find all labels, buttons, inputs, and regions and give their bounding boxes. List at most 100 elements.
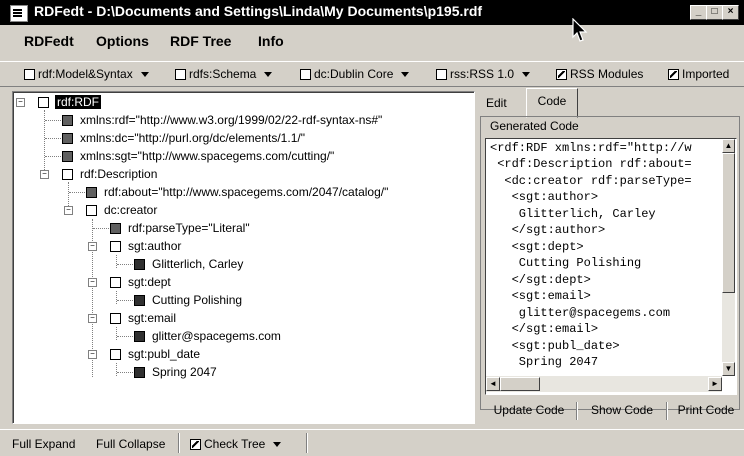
checkbox-icon[interactable] — [300, 68, 311, 80]
tree-node-rdf-rdf[interactable]: − rdf:RDF — [13, 94, 213, 112]
tree-node-label: rdf:parseType="Literal" — [128, 221, 250, 235]
dropdown-arrow-icon[interactable] — [522, 71, 531, 77]
scroll-down-arrow-icon[interactable]: ▼ — [722, 362, 735, 376]
scroll-up-arrow-icon[interactable]: ▲ — [722, 139, 735, 153]
checkbox-icon[interactable] — [24, 68, 35, 80]
scroll-left-arrow-icon[interactable]: ◄ — [486, 377, 500, 391]
leaf-icon — [62, 115, 73, 126]
menu-rdfedt[interactable]: RDFedt — [24, 33, 74, 49]
toolbar-rdf-model-syntax[interactable]: rdf:Model&Syntax — [24, 67, 149, 81]
collapse-icon[interactable]: − — [88, 314, 97, 323]
tree-node-email-value[interactable]: glitter@spacegems.com — [13, 328, 313, 346]
update-code-button[interactable]: Update Code — [486, 400, 572, 422]
leaf-icon — [86, 187, 97, 198]
tab-edit[interactable]: Edit — [486, 96, 507, 110]
collapse-icon[interactable]: − — [88, 278, 97, 287]
tree-node-label: sgt:dept — [128, 275, 171, 289]
node-icon — [110, 277, 121, 288]
collapse-icon[interactable]: − — [88, 350, 97, 359]
tree-node-label: xmlns:rdf="http://www.w3.org/1999/02/22-… — [80, 113, 383, 127]
toolbar-item-label: RSS Modules — [570, 67, 644, 81]
leaf-icon — [134, 331, 145, 342]
rdf-tree-view[interactable]: − rdf:RDF xmlns:rdf="http://www.w3.org/1… — [12, 91, 475, 424]
dropdown-arrow-icon[interactable] — [401, 71, 410, 77]
menu-info[interactable]: Info — [258, 33, 284, 49]
code-horizontal-scrollbar[interactable]: ◄ ► — [486, 376, 722, 392]
menu-bar: RDFedt Options RDF Tree Info — [0, 33, 744, 55]
tree-node-parse-type[interactable]: rdf:parseType="Literal" — [13, 220, 313, 238]
collapse-icon[interactable]: − — [88, 242, 97, 251]
checkbox-icon[interactable] — [436, 68, 447, 80]
tree-node-sgt-email[interactable]: − sgt:email — [13, 310, 313, 328]
checkbox-icon[interactable] — [175, 68, 186, 80]
tree-node-dc-creator[interactable]: − dc:creator — [13, 202, 313, 220]
tree-node-dept-value[interactable]: Cutting Polishing — [13, 292, 313, 310]
code-line: <sgt:publ_date> — [490, 339, 620, 353]
tree-node-label: Glitterlich, Carley — [152, 257, 244, 271]
code-line: <rdf:RDF xmlns:rdf="http://w — [490, 141, 692, 155]
full-collapse-button[interactable]: Full Collapse — [96, 437, 165, 451]
close-button[interactable]: × — [722, 5, 739, 20]
tree-node-sgt-publ-date[interactable]: − sgt:publ_date — [13, 346, 313, 364]
tree-node-rdf-about[interactable]: rdf:about="http://www.spacegems.com/2047… — [13, 184, 453, 202]
code-line: <sgt:author> — [490, 190, 599, 204]
code-line: Glitterlich, Carley — [490, 207, 656, 221]
tree-node-sgt-author[interactable]: − sgt:author — [13, 238, 313, 256]
minimize-button[interactable]: _ — [690, 5, 707, 20]
tree-node-xmlns-rdf[interactable]: xmlns:rdf="http://www.w3.org/1999/02/22-… — [13, 112, 453, 130]
tree-node-sgt-dept[interactable]: − sgt:dept — [13, 274, 313, 292]
show-code-button[interactable]: Show Code — [582, 400, 662, 422]
tree-node-label: glitter@spacegems.com — [152, 329, 281, 343]
tree-node-label: xmlns:sgt="http://www.spacegems.com/cutt… — [80, 149, 335, 163]
dropdown-arrow-icon[interactable] — [140, 71, 149, 77]
leaf-icon — [110, 223, 121, 234]
collapse-icon[interactable]: − — [16, 98, 25, 107]
leaf-icon — [62, 133, 73, 144]
toolbar: rdf:Model&Syntax rdfs:Schema dc:Dublin C… — [0, 61, 744, 87]
title-bar: RDFedt - D:\Documents and Settings\Linda… — [0, 0, 744, 25]
tree-node-label: Spring 2047 — [152, 365, 217, 379]
full-expand-button[interactable]: Full Expand — [12, 437, 75, 451]
toolbar-divider — [306, 433, 307, 453]
code-text-area[interactable]: <rdf:RDF xmlns:rdf="http://w <rdf:Descri… — [485, 138, 737, 395]
maximize-button[interactable]: □ — [706, 5, 723, 20]
code-vertical-scrollbar[interactable]: ▲ ▼ — [722, 139, 735, 376]
dropdown-arrow-icon[interactable] — [273, 441, 282, 447]
node-icon — [62, 169, 73, 180]
scroll-right-arrow-icon[interactable]: ► — [708, 377, 722, 391]
toolbar-rss-1-0[interactable]: rss:RSS 1.0 — [436, 67, 531, 81]
toolbar-imported[interactable]: Imported — [668, 67, 729, 81]
node-icon — [110, 241, 121, 252]
scroll-thumb[interactable] — [500, 377, 540, 391]
toolbar-rss-modules[interactable]: RSS Modules — [556, 67, 643, 81]
collapse-icon[interactable]: − — [40, 170, 49, 179]
leaf-icon — [134, 367, 145, 378]
tree-node-author-value[interactable]: Glitterlich, Carley — [13, 256, 313, 274]
scroll-thumb[interactable] — [722, 153, 735, 293]
tree-node-xmlns-sgt[interactable]: xmlns:sgt="http://www.spacegems.com/cutt… — [13, 148, 453, 166]
dropdown-arrow-icon[interactable] — [264, 71, 273, 77]
tree-node-rdf-description[interactable]: − rdf:Description — [13, 166, 313, 184]
code-line: <dc:creator rdf:parseType= — [490, 174, 692, 188]
tree-node-label: rdf:about="http://www.spacegems.com/2047… — [104, 185, 389, 199]
menu-rdf-tree[interactable]: RDF Tree — [170, 33, 231, 49]
collapse-icon[interactable]: − — [64, 206, 73, 215]
print-code-button[interactable]: Print Code — [670, 400, 742, 422]
tree-node-label: dc:creator — [104, 203, 158, 217]
button-divider — [576, 402, 577, 420]
toolbar-divider — [178, 433, 179, 453]
tab-code[interactable]: Code — [526, 88, 578, 118]
tree-node-xmlns-dc[interactable]: xmlns:dc="http://purl.org/dc/elements/1.… — [13, 130, 453, 148]
toolbar-item-label: Imported — [682, 67, 730, 81]
check-tree-toggle[interactable]: Check Tree — [190, 437, 282, 451]
menu-options[interactable]: Options — [96, 33, 149, 49]
toolbar-dc-dublin-core[interactable]: dc:Dublin Core — [300, 67, 410, 81]
checkbox-checked-icon[interactable] — [668, 68, 679, 80]
toolbar-item-label: dc:Dublin Core — [314, 67, 394, 81]
code-line: </sgt:email> — [490, 322, 599, 336]
window-title: RDFedt - D:\Documents and Settings\Linda… — [34, 3, 483, 19]
tree-node-publ-date-value[interactable]: Spring 2047 — [13, 364, 313, 382]
checkbox-checked-icon[interactable] — [190, 438, 201, 450]
toolbar-rdfs-schema[interactable]: rdfs:Schema — [175, 67, 273, 81]
checkbox-checked-icon[interactable] — [556, 68, 567, 80]
